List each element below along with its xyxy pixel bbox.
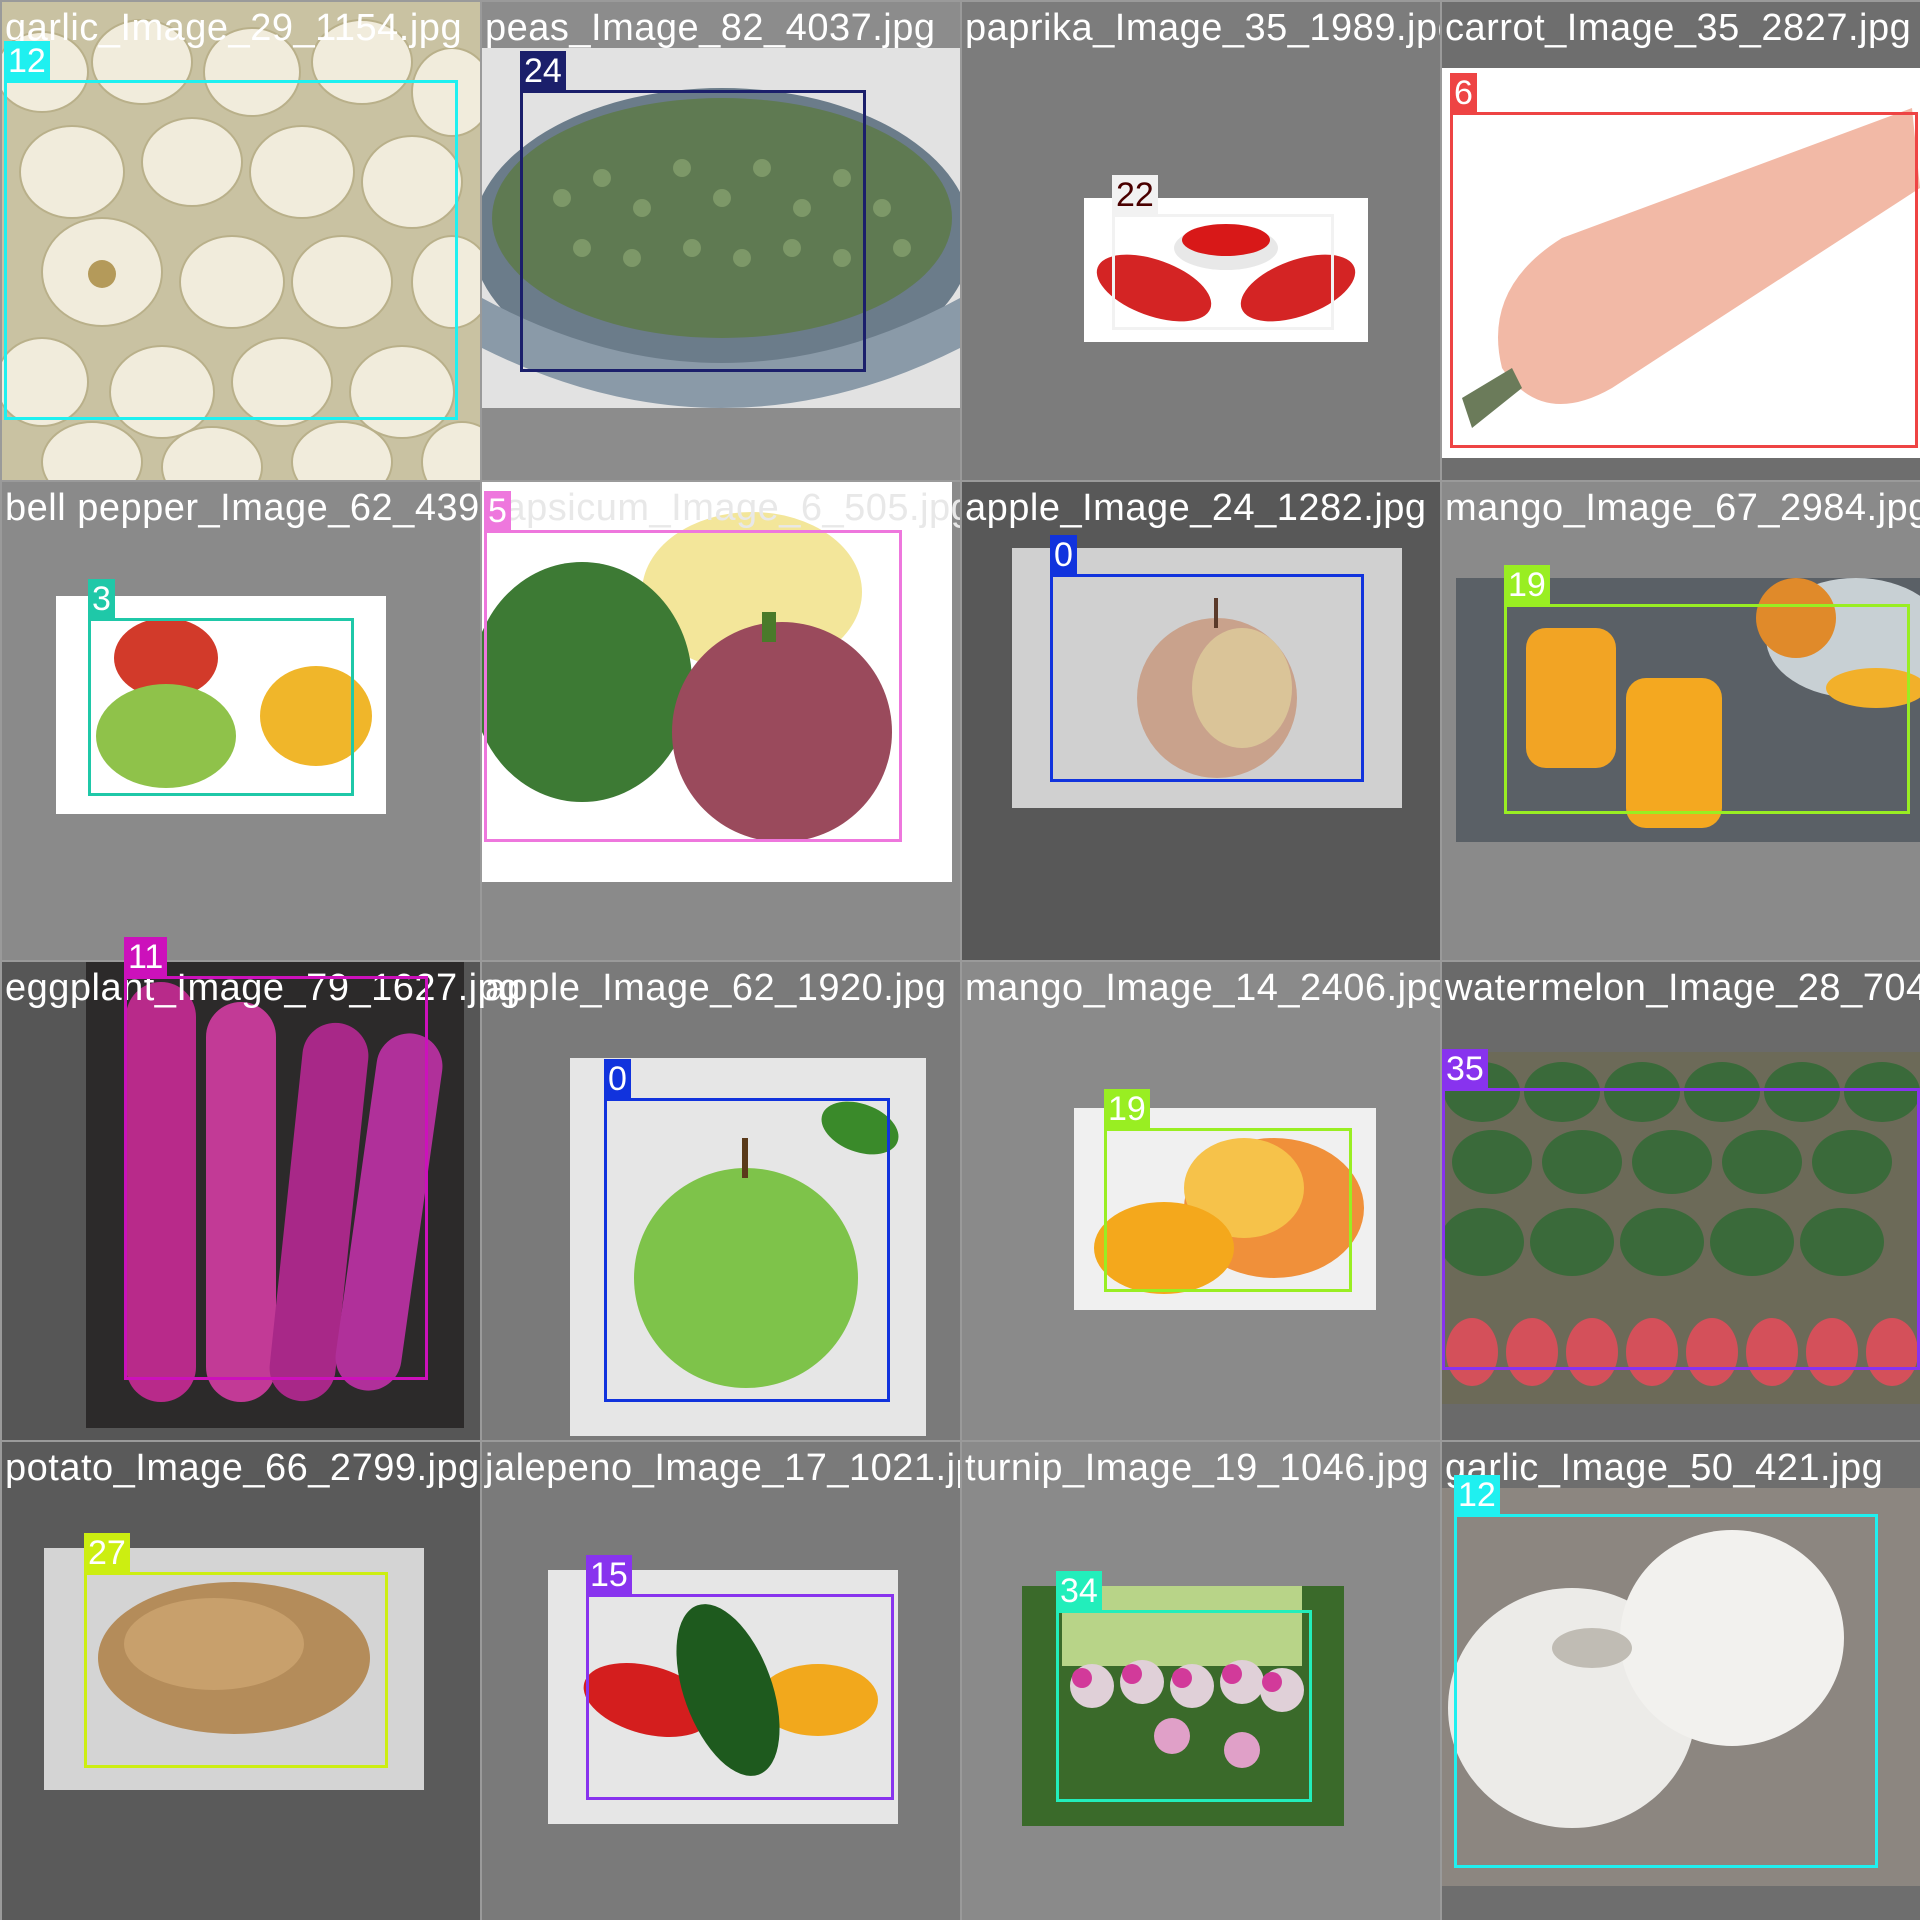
bounding-box: 0 <box>604 1059 890 1402</box>
filename-label: bell pepper_Image_62_4396.jpg <box>5 487 480 529</box>
class-badge: 34 <box>1056 1571 1102 1611</box>
filename-label: watermelon_Image_28_704.jpg <box>1445 967 1920 1009</box>
tile-carrot: carrot_Image_35_2827.jpg 6 <box>1442 2 1920 480</box>
filename-label: jalepeno_Image_17_1021.jpg <box>485 1447 960 1489</box>
class-badge: 6 <box>1450 73 1477 113</box>
tile-paprika: paprika_Image_35_1989.jpg 22 <box>962 2 1440 480</box>
tile-mango-1: mango_Image_67_2984.jpg 19 <box>1442 482 1920 960</box>
tile-capsicum: capsicum_Image_6_505.jpg 5 <box>482 482 960 960</box>
bounding-box: 15 <box>586 1555 894 1800</box>
filename-label: turnip_Image_19_1046.jpg <box>965 1447 1430 1489</box>
class-badge: 15 <box>586 1555 632 1595</box>
bounding-box: 22 <box>1112 175 1334 330</box>
filename-label: garlic_Image_29_1154.jpg <box>5 7 463 49</box>
class-badge: 12 <box>4 41 50 81</box>
class-badge: 19 <box>1504 565 1550 605</box>
filename-label: mango_Image_67_2984.jpg <box>1445 487 1920 529</box>
bounding-box: 34 <box>1056 1571 1312 1802</box>
bounding-box: 0 <box>1050 535 1364 782</box>
filename-label: garlic_Image_50_421.jpg <box>1445 1447 1884 1489</box>
filename-label: apple_Image_62_1920.jpg <box>485 967 947 1009</box>
bounding-box: 12 <box>4 41 458 420</box>
class-badge: 27 <box>84 1533 130 1573</box>
bounding-box: 24 <box>520 51 866 372</box>
class-badge: 11 <box>124 937 168 977</box>
filename-label: capsicum_Image_6_505.jpg <box>485 487 960 529</box>
class-badge: 12 <box>1454 1475 1500 1515</box>
filename-label: carrot_Image_35_2827.jpg <box>1445 7 1912 49</box>
class-badge: 22 <box>1112 175 1158 215</box>
class-badge: 5 <box>484 491 511 531</box>
tile-jalapeno: jalepeno_Image_17_1021.jpg 15 <box>482 1442 960 1920</box>
tile-turnip: turnip_Image_19_1046.jpg 34 <box>962 1442 1440 1920</box>
tile-watermelon: watermelon_Image_28_704.jpg 35 <box>1442 962 1920 1440</box>
bounding-box: 6 <box>1450 73 1918 448</box>
bounding-box: 12 <box>1454 1475 1878 1868</box>
class-badge: 19 <box>1104 1089 1150 1129</box>
tile-eggplant: eggplant_Image_79_1627.jpg 11 <box>2 937 520 1440</box>
filename-label: mango_Image_14_2406.jpg <box>965 967 1440 1009</box>
class-badge: 35 <box>1442 1049 1488 1089</box>
filename-label: paprika_Image_35_1989.jpg <box>965 7 1440 49</box>
class-badge: 0 <box>604 1059 631 1099</box>
bounding-box: 27 <box>84 1533 388 1768</box>
tile-garlic-2: garlic_Image_50_421.jpg 12 <box>1442 1442 1920 1920</box>
tile-apple-1: apple_Image_24_1282.jpg 0 <box>962 482 1440 960</box>
filename-label: potato_Image_66_2799.jpg <box>5 1447 480 1489</box>
tile-apple-2: apple_Image_62_1920.jpg 0 <box>482 962 960 1440</box>
bounding-box: 19 <box>1504 565 1910 814</box>
filename-label: apple_Image_24_1282.jpg <box>965 487 1427 529</box>
class-badge: 3 <box>88 579 115 619</box>
bounding-box: 3 <box>88 579 354 796</box>
tile-potato: potato_Image_66_2799.jpg 27 <box>2 1442 480 1920</box>
tile-bell-pepper: bell pepper_Image_62_4396.jpg 3 <box>2 482 480 960</box>
tile-mango-2: mango_Image_14_2406.jpg 19 <box>962 962 1440 1440</box>
class-badge: 24 <box>520 51 566 91</box>
detection-mosaic: garlic_Image_29_1154.jpg 12 peas_Image_8… <box>0 0 1920 1920</box>
bounding-box: 35 <box>1442 1049 1920 1370</box>
bounding-box: 11 <box>124 937 428 1380</box>
filename-label: peas_Image_82_4037.jpg <box>485 7 936 49</box>
tile-garlic-1: garlic_Image_29_1154.jpg 12 <box>2 2 480 480</box>
class-badge: 0 <box>1050 535 1077 575</box>
bounding-box: 19 <box>1104 1089 1352 1292</box>
bounding-box: 5 <box>484 491 902 842</box>
tile-peas: peas_Image_82_4037.jpg 24 <box>482 2 960 480</box>
